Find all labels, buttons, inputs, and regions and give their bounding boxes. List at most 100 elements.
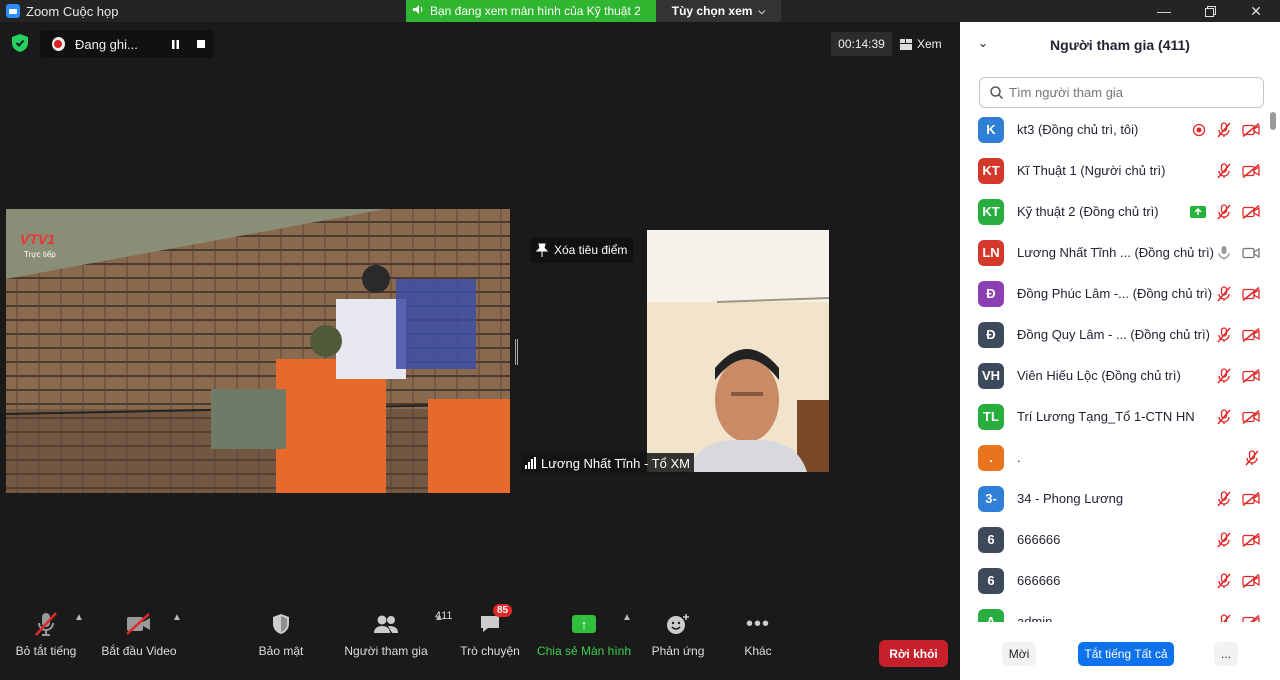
pause-icon bbox=[171, 39, 179, 49]
participant-name: . bbox=[1017, 450, 1021, 465]
mic-muted-icon bbox=[1216, 572, 1232, 589]
video-off-icon bbox=[1242, 286, 1260, 301]
share-screen-icon: ↑ bbox=[572, 615, 596, 633]
panel-header: ⌄ Người tham gia (411) bbox=[960, 22, 1280, 68]
panel-scrollbar-thumb[interactable] bbox=[1270, 112, 1276, 130]
participants-options-caret[interactable]: ▲ bbox=[434, 612, 444, 623]
resize-handle[interactable] bbox=[515, 339, 518, 365]
participants-button[interactable]: 411 Người tham gia bbox=[340, 608, 452, 658]
invite-button[interactable]: Mời bbox=[1002, 642, 1036, 666]
minimize-icon: — bbox=[1157, 3, 1171, 19]
participant-avatar: . bbox=[978, 444, 1004, 471]
record-icon bbox=[52, 37, 65, 51]
restore-icon bbox=[1204, 5, 1216, 17]
participant-name: 666666 bbox=[1017, 573, 1061, 588]
participant-row[interactable]: Đ Đồng Phúc Lâm -... (Đồng chủ trì) bbox=[960, 273, 1270, 314]
more-dots-icon: ••• bbox=[745, 612, 770, 635]
more-button[interactable]: ••• Khác bbox=[738, 608, 778, 659]
speaker-icon bbox=[412, 4, 424, 18]
participant-avatar: 6 bbox=[978, 567, 1004, 594]
encryption-shield-icon[interactable] bbox=[12, 34, 28, 52]
live-label: Trực tiếp bbox=[24, 250, 56, 259]
mute-all-button[interactable]: Tắt tiếng Tất cả bbox=[1078, 642, 1174, 666]
restore-button[interactable] bbox=[1187, 0, 1233, 22]
participant-avatar: LN bbox=[978, 239, 1004, 266]
mic-muted-icon bbox=[1216, 162, 1232, 179]
mic-muted-icon bbox=[1216, 613, 1232, 622]
mic-muted-icon bbox=[1216, 121, 1232, 138]
participants-icon bbox=[374, 615, 398, 633]
leave-button[interactable]: Rời khỏi bbox=[879, 640, 948, 667]
screen-share-banner: Bạn đang xem màn hình của Kỹ thuật 2 bbox=[406, 0, 656, 22]
view-button[interactable]: Xem bbox=[900, 32, 942, 56]
record-icon bbox=[1192, 123, 1206, 137]
participant-row[interactable]: TL Trí Lương Tạng_Tổ 1-CTN HN bbox=[960, 396, 1270, 437]
participant-search-input[interactable] bbox=[1009, 85, 1249, 100]
participant-row[interactable]: Aadmin bbox=[960, 601, 1270, 622]
pause-recording-button[interactable] bbox=[162, 30, 188, 58]
video-off-icon bbox=[1242, 368, 1260, 383]
video-options-caret[interactable]: ▲ bbox=[172, 612, 182, 623]
stop-recording-button[interactable] bbox=[188, 30, 214, 58]
chat-icon bbox=[481, 616, 499, 632]
participant-row[interactable]: VH Viên Hiếu Lộc (Đồng chủ trì) bbox=[960, 355, 1270, 396]
video-icon bbox=[1242, 246, 1260, 260]
zoom-window: Zoom Cuộc họp Bạn đang xem màn hình của … bbox=[0, 0, 1280, 680]
chat-button[interactable]: 85 Trò chuyện bbox=[458, 604, 522, 658]
participant-avatar: TL bbox=[978, 403, 1004, 430]
mic-icon bbox=[1216, 245, 1232, 261]
panel-more-button[interactable]: ... bbox=[1214, 642, 1238, 666]
participant-status-icons bbox=[1216, 285, 1260, 302]
shared-screen-video[interactable]: VTV1 Trực tiếp bbox=[6, 209, 510, 493]
view-options-button[interactable]: Tùy chọn xem ⌵ bbox=[656, 0, 781, 22]
participant-avatar: Đ bbox=[978, 321, 1004, 348]
security-button[interactable]: Bảo mật bbox=[254, 608, 308, 658]
share-screen-button[interactable]: ↑ Chia sẻ Màn hình bbox=[536, 608, 632, 658]
close-button[interactable]: ✕ bbox=[1233, 0, 1279, 22]
chat-unread-badge: 85 bbox=[493, 604, 513, 617]
participant-status-icons bbox=[1216, 572, 1260, 589]
participant-name: kt3 (Đồng chủ trì, tôi) bbox=[1017, 122, 1139, 137]
security-shield-icon bbox=[273, 614, 289, 634]
participant-status-icons bbox=[1216, 162, 1260, 179]
participant-row[interactable]: KT Kỹ thuật 2 (Đồng chủ trì) bbox=[960, 191, 1270, 232]
start-video-label: Bắt đầu Video bbox=[101, 644, 177, 658]
vtv1-logo: VTV1 bbox=[20, 231, 56, 247]
window-title: Zoom Cuộc họp bbox=[26, 3, 119, 19]
remove-spotlight-button[interactable]: Xóa tiêu điểm bbox=[530, 237, 634, 263]
participant-video[interactable] bbox=[647, 230, 829, 472]
reactions-button[interactable]: Phản ứng bbox=[648, 608, 708, 658]
share-options-caret[interactable]: ▲ bbox=[622, 612, 632, 623]
share-banner-text: Bạn đang xem màn hình của Kỹ thuật 2 bbox=[430, 4, 641, 18]
minimize-button[interactable]: — bbox=[1141, 0, 1187, 22]
participant-avatar: 3- bbox=[978, 485, 1004, 512]
participant-avatar: A bbox=[978, 608, 1004, 622]
participant-list: Kkt3 (Đồng chủ trì, tôi) KT Kĩ Thuật 1 (Ng… bbox=[960, 110, 1270, 622]
search-icon bbox=[990, 86, 1003, 99]
participant-status-icons bbox=[1190, 203, 1260, 220]
participant-row[interactable]: Đ Đồng Quy Lâm - ... (Đồng chủ trì) bbox=[960, 314, 1270, 355]
reactions-label: Phản ứng bbox=[651, 644, 705, 658]
participant-row[interactable]: 6 666666 bbox=[960, 519, 1270, 560]
participant-name: Đồng Quy Lâm - ... (Đồng chủ trì) bbox=[1017, 327, 1210, 342]
collapse-chevron-icon[interactable]: ⌄ bbox=[978, 36, 988, 50]
participant-search-field[interactable] bbox=[979, 77, 1264, 108]
participant-name: Đồng Phúc Lâm -... (Đồng chủ trì) bbox=[1017, 286, 1213, 301]
participant-row[interactable]: .. bbox=[960, 437, 1270, 478]
participant-name: 666666 bbox=[1017, 532, 1061, 547]
participant-row[interactable]: Kkt3 (Đồng chủ trì, tôi) bbox=[960, 110, 1270, 150]
audio-options-caret[interactable]: ▲ bbox=[74, 612, 84, 623]
panel-title: Người tham gia (411) bbox=[1050, 37, 1190, 53]
participants-panel: ⌄ Người tham gia (411) Kkt3 (Đồng chủ tr… bbox=[960, 22, 1280, 680]
participant-row[interactable]: KT Kĩ Thuật 1 (Người chủ trì) bbox=[960, 150, 1270, 191]
unpin-label: Xóa tiêu điểm bbox=[554, 243, 628, 257]
participant-row[interactable]: 3- 34 - Phong Lương bbox=[960, 478, 1270, 519]
participant-status-icons bbox=[1216, 490, 1260, 507]
participant-row[interactable]: LN Lương Nhất Tĩnh ... (Đồng chủ trì) bbox=[960, 232, 1270, 273]
video-name-tag: Lương Nhất Tĩnh - Tổ XM bbox=[521, 453, 694, 473]
participant-name: Lương Nhất Tĩnh ... (Đồng chủ trì) bbox=[1017, 245, 1214, 260]
unmute-button[interactable]: Bỏ tắt tiếng bbox=[14, 608, 78, 658]
video-off-icon bbox=[1242, 532, 1260, 547]
participant-row[interactable]: 6 666666 bbox=[960, 560, 1270, 601]
start-video-button[interactable]: Bắt đầu Video bbox=[100, 608, 178, 658]
